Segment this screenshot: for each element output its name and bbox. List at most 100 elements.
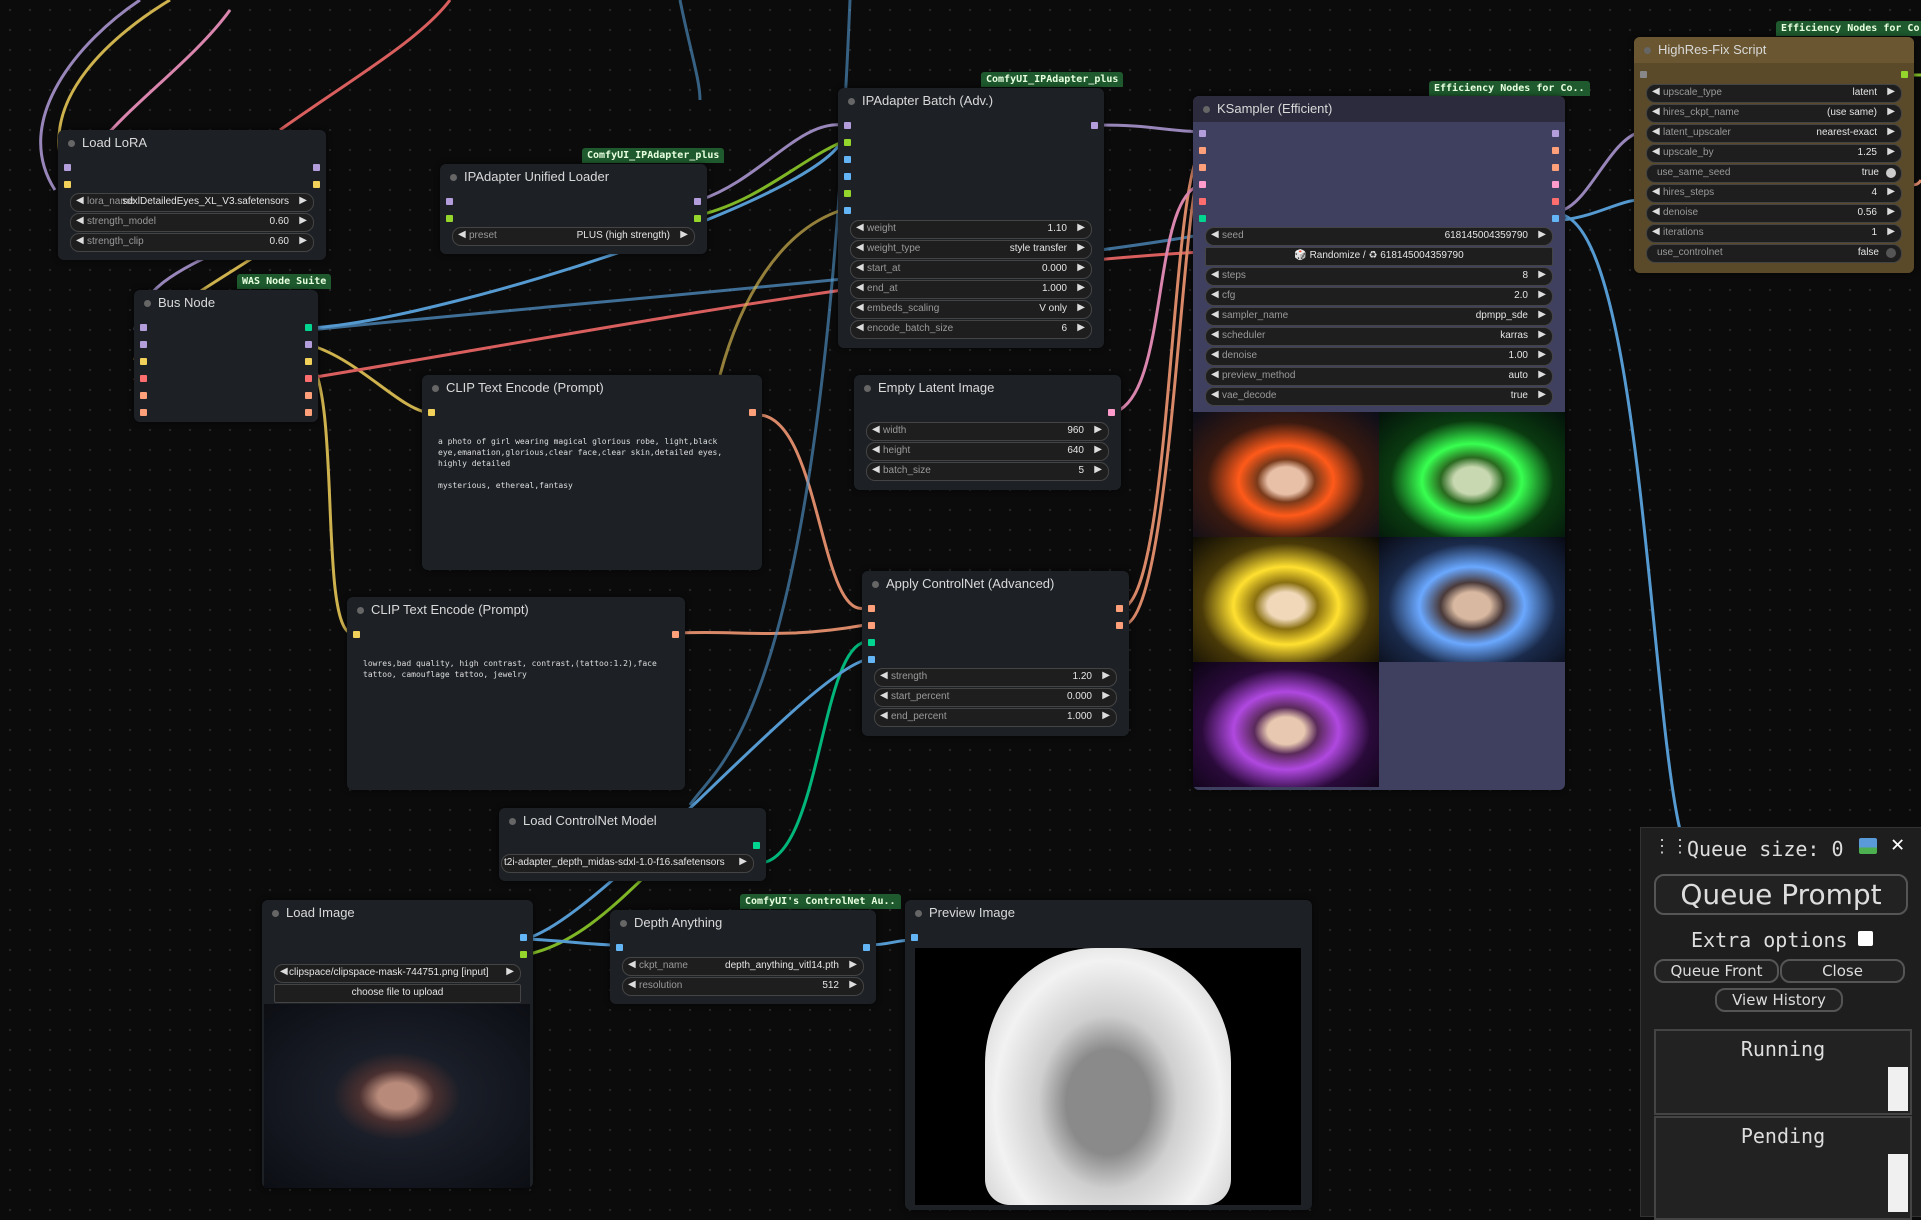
widget-sampler-name[interactable]: ◀ sampler_name dpmpp_sde ▶ xyxy=(1205,307,1553,326)
output-port[interactable] xyxy=(305,341,312,348)
input-port[interactable] xyxy=(140,375,147,382)
node-empty-latent-image[interactable]: Empty Latent Image ◀ width 960 ▶ ◀ height 640… xyxy=(854,375,1121,490)
input-port[interactable] xyxy=(1199,215,1206,222)
input-port[interactable] xyxy=(844,139,851,146)
node-depth-anything[interactable]: Depth Anything ◀ ckpt_name depth_anything_… xyxy=(610,910,876,1004)
input-port[interactable] xyxy=(1640,71,1647,78)
node-load-lora[interactable]: Load LoRA ◀ lora_name sdxlDetailedEyes_XL_… xyxy=(58,130,326,260)
widget-upscale-by[interactable]: ◀ upscale_by 1.25 ▶ xyxy=(1646,144,1902,163)
input-port-model[interactable] xyxy=(64,164,71,171)
output-port[interactable] xyxy=(1552,181,1559,188)
widget-end-percent[interactable]: ◀ end_percent 1.000 ▶ xyxy=(874,708,1117,727)
input-port-ipadapter[interactable] xyxy=(446,215,453,222)
widget-preset[interactable]: ◀ preset PLUS (high strength) ▶ xyxy=(452,227,695,246)
widget-vae-decode[interactable]: ◀ vae_decode true ▶ xyxy=(1205,387,1553,406)
input-port[interactable] xyxy=(1199,198,1206,205)
output-port-model[interactable] xyxy=(694,198,701,205)
widget-encode-batch-size[interactable]: ◀ encode_batch_size 6 ▶ xyxy=(850,320,1092,339)
prompt-textarea[interactable]: a photo of girl wearing magical glorious… xyxy=(430,430,754,562)
queue-front-button[interactable]: Queue Front xyxy=(1654,959,1779,983)
input-port[interactable] xyxy=(868,639,875,646)
output-port-image[interactable] xyxy=(863,944,870,951)
output-port-conditioning[interactable] xyxy=(672,631,679,638)
widget-lora-name[interactable]: ◀ lora_name sdxlDetailedEyes_XL_V3.safeten… xyxy=(70,193,314,212)
widget-weight[interactable]: ◀ weight 1.10 ▶ xyxy=(850,220,1092,239)
randomize-button[interactable]: 🎲 Randomize / ♻ 618145004359790 xyxy=(1205,247,1553,266)
node-ipadapter-batch[interactable]: IPAdapter Batch (Adv.) ◀ weight 1.10 ▶ ◀ wei… xyxy=(838,88,1104,348)
widget-end-at[interactable]: ◀ end_at 1.000 ▶ xyxy=(850,280,1092,299)
queue-prompt-button[interactable]: Queue Prompt xyxy=(1654,874,1908,915)
widget-strength[interactable]: ◀ strength 1.20 ▶ xyxy=(874,668,1117,687)
input-port-image[interactable] xyxy=(616,944,623,951)
output-port[interactable] xyxy=(305,375,312,382)
input-port[interactable] xyxy=(868,605,875,612)
close-icon[interactable]: ✕ xyxy=(1891,832,1904,857)
toggle-use-controlnet[interactable]: use_controlnet false xyxy=(1646,244,1902,263)
widget-denoise[interactable]: ◀ denoise 0.56 ▶ xyxy=(1646,204,1902,223)
widget-strength-clip[interactable]: ◀ strength_clip 0.60 ▶ xyxy=(70,233,314,252)
input-port-clip[interactable] xyxy=(428,409,435,416)
input-port[interactable] xyxy=(140,324,147,331)
input-port[interactable] xyxy=(1199,130,1206,137)
widget-start-at[interactable]: ◀ start_at 0.000 ▶ xyxy=(850,260,1092,279)
input-port-clip[interactable] xyxy=(64,181,71,188)
prompt-textarea[interactable]: lowres,bad quality, high contrast, contr… xyxy=(355,652,677,782)
output-port[interactable] xyxy=(305,358,312,365)
output-image-blue[interactable] xyxy=(1379,537,1565,662)
widget-control-net-name[interactable]: t2i-adapter_depth_midas-sdxl-1.0-f16.saf… xyxy=(501,854,754,873)
view-history-button[interactable]: View History xyxy=(1715,988,1843,1012)
output-image-gold[interactable] xyxy=(1193,537,1379,662)
output-port[interactable] xyxy=(1116,622,1123,629)
widget-denoise[interactable]: ◀ denoise 1.00 ▶ xyxy=(1205,347,1553,366)
output-port[interactable] xyxy=(1552,198,1559,205)
input-port[interactable] xyxy=(140,392,147,399)
output-port-image[interactable] xyxy=(520,934,527,941)
drag-handle-icon[interactable]: ⋮⋮ xyxy=(1653,836,1689,857)
output-port-clip[interactable] xyxy=(313,181,320,188)
input-port[interactable] xyxy=(140,341,147,348)
widget-hires-steps[interactable]: ◀ hires_steps 4 ▶ xyxy=(1646,184,1902,203)
widget-resolution[interactable]: ◀ resolution 512 ▶ xyxy=(622,977,864,996)
widget-batch-size[interactable]: ◀ batch_size 5 ▶ xyxy=(866,462,1109,481)
output-port[interactable] xyxy=(1116,605,1123,612)
output-port-ipadapter[interactable] xyxy=(694,215,701,222)
scrollbar[interactable] xyxy=(1888,1154,1908,1212)
widget-iterations[interactable]: ◀ iterations 1 ▶ xyxy=(1646,224,1902,243)
output-port-control-net[interactable] xyxy=(753,842,760,849)
output-port[interactable] xyxy=(305,324,312,331)
input-port[interactable] xyxy=(868,656,875,663)
node-load-image[interactable]: Load Image ◀ clipspace/clipspace-mask-744… xyxy=(262,900,533,1188)
widget-hires-ckpt-name[interactable]: ◀ hires_ckpt_name (use same) ▶ xyxy=(1646,104,1902,123)
node-ksampler[interactable]: KSampler (Efficient) ◀ seed 61814500435979… xyxy=(1193,96,1565,790)
widget-scheduler[interactable]: ◀ scheduler karras ▶ xyxy=(1205,327,1553,346)
input-port[interactable] xyxy=(140,409,147,416)
widget-width[interactable]: ◀ width 960 ▶ xyxy=(866,422,1109,441)
output-port-model[interactable] xyxy=(313,164,320,171)
output-port[interactable] xyxy=(1901,71,1908,78)
node-clip-text-encode-positive[interactable]: CLIP Text Encode (Prompt) a photo of gir… xyxy=(422,375,762,570)
widget-height[interactable]: ◀ height 640 ▶ xyxy=(866,442,1109,461)
input-port[interactable] xyxy=(1199,147,1206,154)
widget-cfg[interactable]: ◀ cfg 2.0 ▶ xyxy=(1205,287,1553,306)
close-button[interactable]: Close xyxy=(1780,959,1905,983)
node-highres-fix-script[interactable]: HighRes-Fix Script ◀ upscale_type latent ▶ … xyxy=(1634,37,1914,273)
widget-start-percent[interactable]: ◀ start_percent 0.000 ▶ xyxy=(874,688,1117,707)
image-gallery-icon[interactable] xyxy=(1859,838,1877,854)
widget-image-select[interactable]: ◀ clipspace/clipspace-mask-744751.png [in… xyxy=(274,964,521,983)
output-port[interactable] xyxy=(1552,215,1559,222)
widget-latent-upscaler[interactable]: ◀ latent_upscaler nearest-exact ▶ xyxy=(1646,124,1902,143)
input-port[interactable] xyxy=(868,622,875,629)
input-port-image[interactable] xyxy=(911,934,918,941)
output-port-latent[interactable] xyxy=(1108,409,1115,416)
extra-options-checkbox[interactable] xyxy=(1858,931,1873,946)
output-port[interactable] xyxy=(1091,122,1098,129)
scrollbar[interactable] xyxy=(1888,1067,1908,1111)
input-port[interactable] xyxy=(844,156,851,163)
widget-weight-type[interactable]: ◀ weight_type style transfer ▶ xyxy=(850,240,1092,259)
output-image-purple[interactable] xyxy=(1193,662,1379,787)
input-port[interactable] xyxy=(844,122,851,129)
input-port[interactable] xyxy=(844,190,851,197)
output-port[interactable] xyxy=(1552,147,1559,154)
output-port[interactable] xyxy=(1552,164,1559,171)
input-port[interactable] xyxy=(1199,181,1206,188)
